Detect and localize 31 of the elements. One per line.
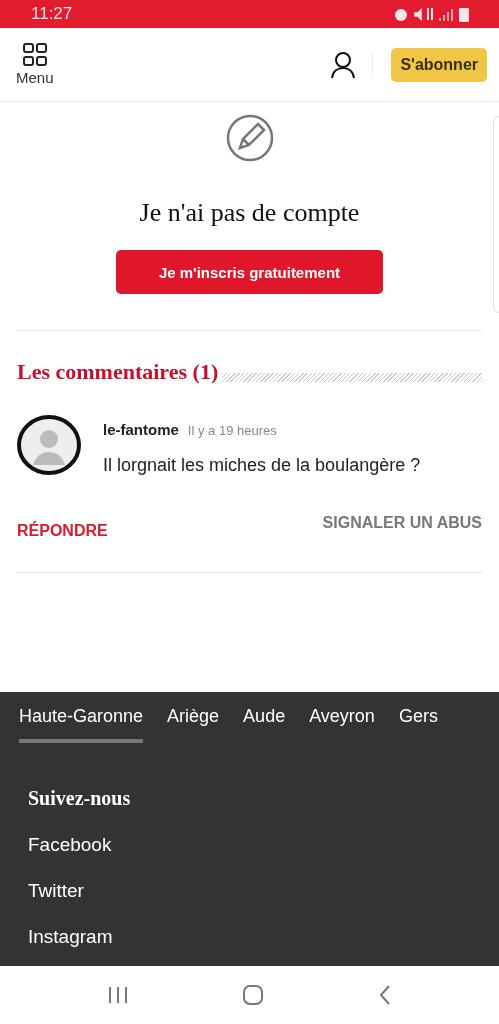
comment-author: le-fantome: [103, 421, 179, 438]
comments-title: Les commentaires (1): [17, 359, 220, 385]
recent-apps-button[interactable]: [106, 985, 129, 1005]
comment-text: Il lorgnait les miches de la boulangère ?: [103, 455, 421, 476]
region-tab[interactable]: Ariège: [167, 706, 220, 743]
social-link[interactable]: Twitter: [28, 880, 84, 902]
region-tab[interactable]: Gers: [398, 706, 438, 743]
region-tab[interactable]: Haute-Garonne: [19, 706, 144, 743]
follow-heading: Suivez-nous: [28, 787, 132, 810]
battery-icon: [459, 6, 469, 22]
reply-link[interactable]: RÉPONDRE: [17, 522, 108, 540]
signup-heading: Je n'ai pas de compte: [139, 198, 360, 228]
menu-button[interactable]: Menu: [16, 43, 54, 86]
social-link[interactable]: Instagram: [28, 926, 113, 948]
region-tab[interactable]: Aude: [243, 706, 286, 743]
report-link[interactable]: SIGNALER UN ABUS: [322, 514, 482, 532]
comment-time: Il y a 19 heures: [187, 423, 277, 438]
signup-button[interactable]: Je m'inscris gratuitement: [116, 250, 383, 294]
back-button[interactable]: [378, 984, 393, 1006]
social-link[interactable]: Facebook: [28, 834, 112, 856]
home-button[interactable]: [242, 984, 265, 1006]
mute-icon: [414, 7, 422, 21]
signal-icon: [438, 6, 454, 22]
pencil-icon: [225, 114, 274, 162]
user-icon: [330, 50, 357, 79]
grid-icon: [21, 43, 48, 67]
region-tab[interactable]: Aveyron: [309, 706, 375, 743]
account-button[interactable]: [330, 50, 357, 79]
avatar-icon: [17, 415, 81, 475]
subscribe-button[interactable]: S'abonner: [391, 47, 487, 82]
status-time: 11:27: [31, 4, 73, 24]
